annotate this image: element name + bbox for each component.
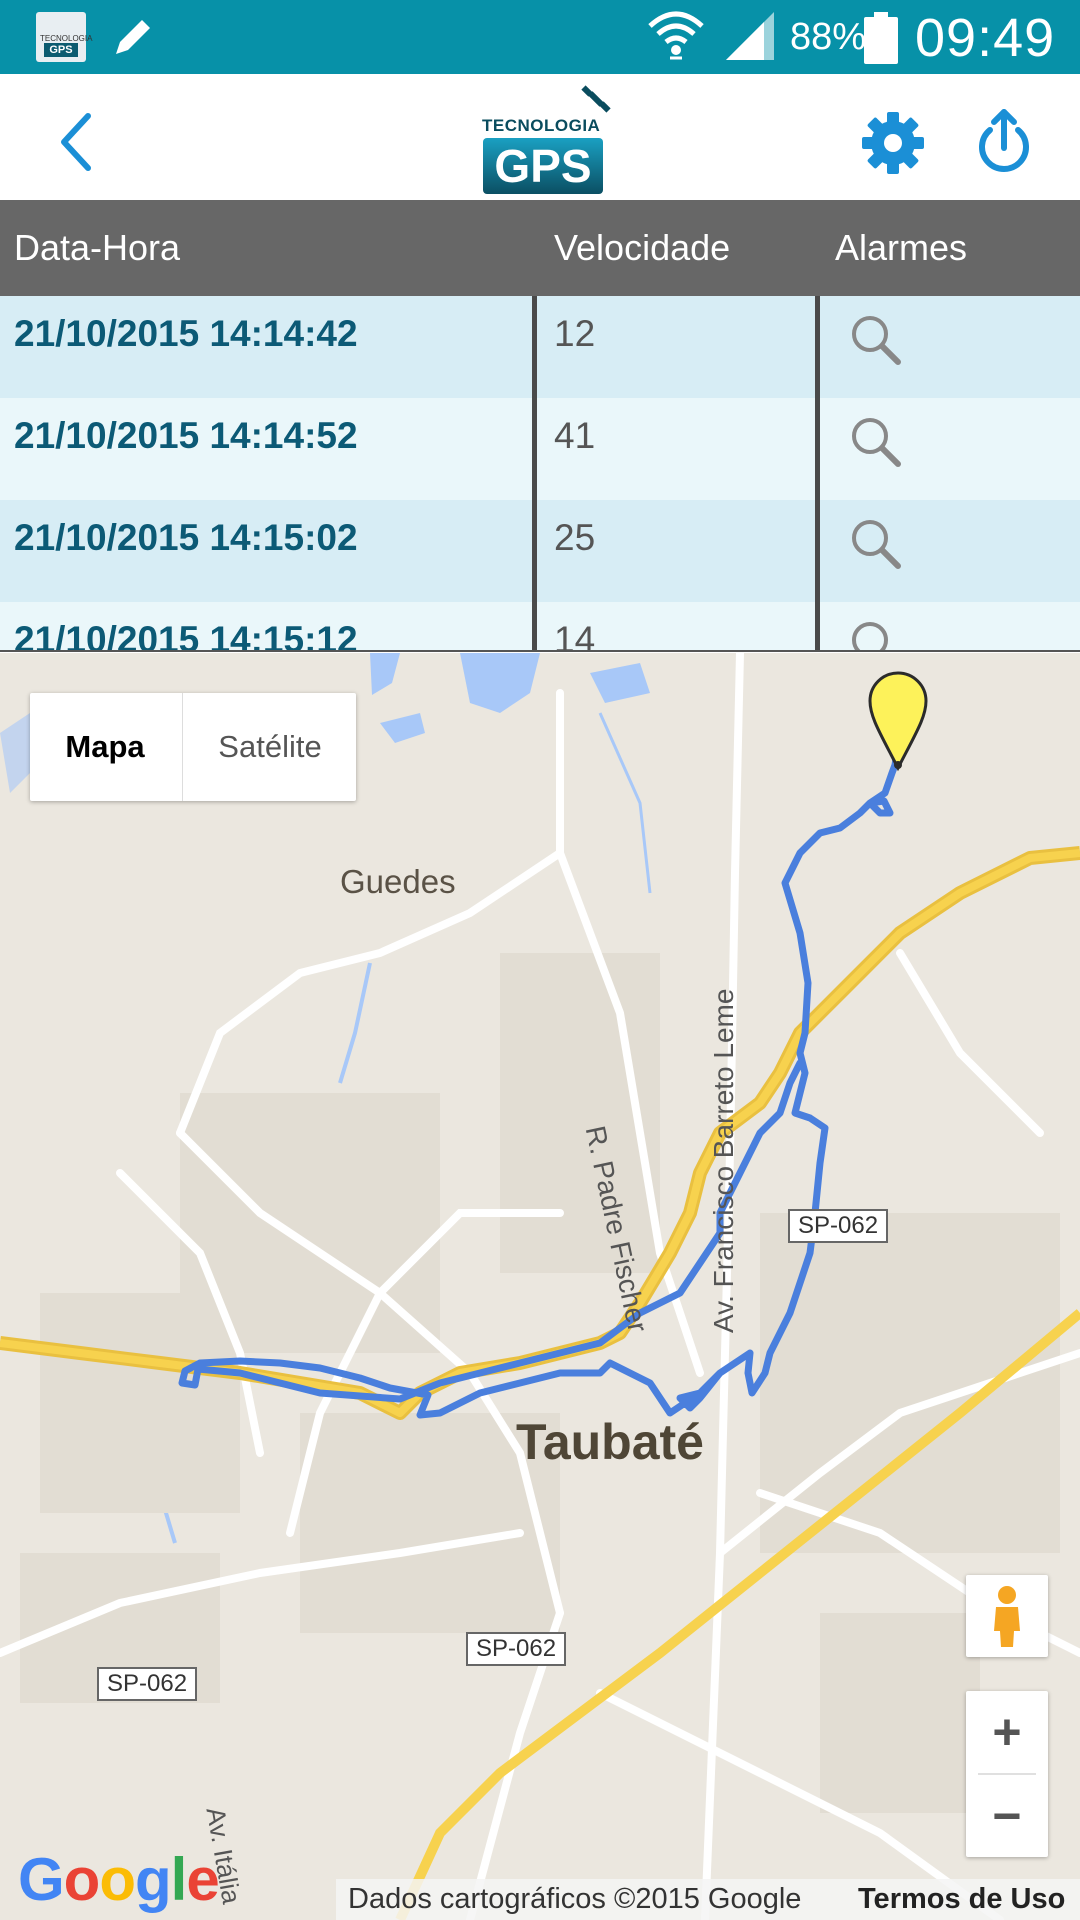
zoom-in-button[interactable]: + xyxy=(966,1691,1048,1773)
terms-of-use-link[interactable]: Termos de Uso xyxy=(858,1879,1065,1920)
gps-app-notification-icon: TECNOLOGIA GPS xyxy=(36,12,92,62)
column-divider xyxy=(815,296,820,652)
battery-icon xyxy=(864,12,898,64)
google-logo: Google xyxy=(18,1846,220,1913)
table-bottom-border xyxy=(0,650,1080,652)
map-data-credit: Dados cartográficos ©2015 Google xyxy=(348,1883,802,1915)
search-icon[interactable] xyxy=(848,618,902,652)
map-type-satellite-button[interactable]: Satélite xyxy=(182,693,357,801)
logout-power-icon[interactable] xyxy=(976,108,1032,174)
column-header-alarms: Alarmes xyxy=(835,227,968,268)
cell-speed: 25 xyxy=(554,517,596,558)
column-divider xyxy=(532,296,537,652)
cell-datetime: 21/10/2015 14:14:42 xyxy=(14,313,358,354)
app-header: TECNOLOGIA GPS xyxy=(0,74,1080,200)
map-view[interactable]: Mapa Satélite Guedes Taubaté R. Padre Fi… xyxy=(0,653,1080,1920)
table-header: Data-Hora Velocidade Alarmes xyxy=(0,200,1080,296)
satellite-icon xyxy=(581,85,611,113)
clock: 09:49 xyxy=(915,8,1056,68)
zoom-control: + − xyxy=(966,1691,1048,1857)
map-type-mapa-button[interactable]: Mapa xyxy=(30,693,180,801)
search-icon[interactable] xyxy=(848,312,902,366)
table-row[interactable]: 21/10/2015 14:14:52 41 xyxy=(0,398,1080,500)
tecnologia-gps-logo: TECNOLOGIA GPS xyxy=(480,84,620,196)
pencil-icon xyxy=(116,20,150,54)
map-canvas xyxy=(0,653,1080,1920)
table-row[interactable]: 21/10/2015 14:15:12 14 xyxy=(0,602,1080,652)
history-table: Data-Hora Velocidade Alarmes 21/10/2015 … xyxy=(0,200,1080,652)
column-header-datetime: Data-Hora xyxy=(14,227,181,268)
status-bar: TECNOLOGIA GPS 88% 09:49 xyxy=(0,0,1080,74)
street-label-av-francisco: Av. Francisco Barreto Leme xyxy=(708,988,739,1333)
column-header-speed: Velocidade xyxy=(554,227,731,268)
cell-datetime: 21/10/2015 14:15:02 xyxy=(14,517,358,558)
cell-datetime: 21/10/2015 14:15:12 xyxy=(14,619,358,652)
place-label-guedes: Guedes xyxy=(340,863,456,900)
search-icon[interactable] xyxy=(848,414,902,468)
zoom-out-button[interactable]: − xyxy=(966,1775,1048,1857)
street-view-pegman-button[interactable] xyxy=(966,1575,1048,1657)
cell-speed: 14 xyxy=(554,619,596,652)
cell-signal-icon xyxy=(726,12,774,60)
map-attribution: Dados cartográficos ©2015 Google Termos … xyxy=(336,1879,1080,1920)
cell-speed: 41 xyxy=(554,415,596,456)
cell-speed: 12 xyxy=(554,313,596,354)
wifi-icon xyxy=(648,11,704,60)
table-row[interactable]: 21/10/2015 14:14:42 12 xyxy=(0,296,1080,398)
table-row[interactable]: 21/10/2015 14:15:02 25 xyxy=(0,500,1080,602)
highway-shield-sp062: SP-062 xyxy=(788,1209,889,1243)
battery-percent: 88% xyxy=(790,16,867,58)
map-type-control: Mapa Satélite xyxy=(30,693,356,801)
back-button[interactable] xyxy=(56,112,106,172)
settings-gear-icon[interactable] xyxy=(860,110,926,176)
highway-shield-sp062: SP-062 xyxy=(466,1632,567,1666)
place-label-taubate: Taubaté xyxy=(516,1414,704,1470)
cell-datetime: 21/10/2015 14:14:52 xyxy=(14,415,358,456)
pegman-icon xyxy=(994,1586,1020,1647)
search-icon[interactable] xyxy=(848,516,902,570)
highway-shield-sp062: SP-062 xyxy=(97,1667,198,1701)
